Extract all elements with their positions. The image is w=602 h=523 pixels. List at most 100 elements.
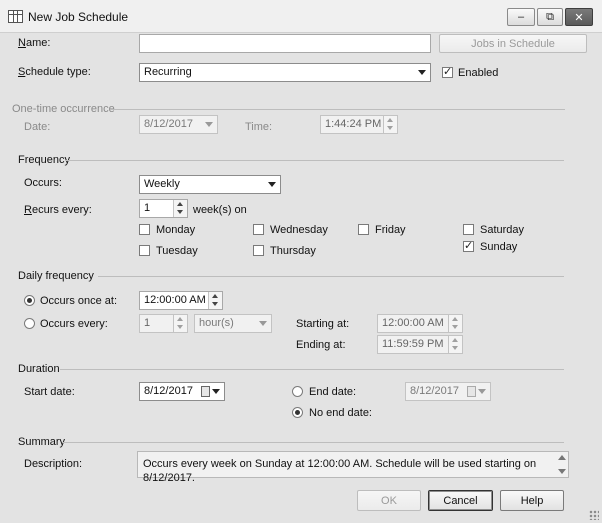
help-button[interactable]: Help (500, 490, 564, 511)
thursday-checkbox[interactable] (253, 245, 264, 256)
close-button[interactable]: ✕ (565, 8, 593, 26)
jobs-in-schedule-button[interactable]: Jobs in Schedule (439, 34, 587, 53)
monday-label: Monday (156, 224, 196, 236)
minimize-icon: – (517, 11, 525, 23)
occurs-once-time-value: 12:00:00 AM (144, 294, 206, 306)
wednesday-label: Wednesday (270, 224, 328, 236)
resize-grip-icon[interactable] (589, 510, 599, 520)
chevron-down-icon (212, 389, 220, 394)
occurs-label: Occurs: (24, 177, 62, 189)
occurs-value: Weekly (144, 178, 180, 190)
chevron-down-icon (205, 122, 213, 127)
calendar-icon (467, 386, 476, 397)
starting-at-value: 12:00:00 AM (382, 317, 444, 329)
enabled-checkbox[interactable] (442, 65, 453, 78)
monday-checkbox[interactable] (139, 224, 150, 235)
onetime-date-value: 8/12/2017 (144, 118, 193, 130)
frequency-section-title: Frequency (18, 154, 70, 166)
occurs-once-time-spinner[interactable]: 12:00:00 AM (139, 291, 223, 310)
description-text: Occurs every week on Sunday at 12:00:00 … (143, 458, 537, 484)
saturday-label: Saturday (480, 224, 525, 236)
saturday-checkbox[interactable] (463, 224, 474, 235)
friday-checkbox[interactable] (358, 224, 369, 235)
start-date-picker[interactable]: 8/12/2017 (139, 382, 225, 401)
recurs-unit-label: week(s) on (193, 204, 247, 216)
scroll-up-icon (558, 455, 566, 460)
schedule-app-icon (8, 10, 23, 23)
no-end-date-radio[interactable] (292, 407, 303, 418)
occurs-every-unit-select[interactable]: hour(s) (194, 314, 272, 333)
friday-label: Friday (375, 224, 406, 236)
occurs-once-label: Occurs once at: (40, 295, 118, 307)
ok-button[interactable]: OK (357, 490, 421, 511)
thursday-label: Thursday (270, 245, 316, 257)
wednesday-checkbox[interactable] (253, 224, 264, 235)
chevron-down-icon (478, 389, 486, 394)
onetime-time-spinner[interactable]: 1:44:24 PM (320, 115, 398, 134)
chevron-down-icon (259, 321, 267, 326)
occurs-every-spinner[interactable]: 1 (139, 314, 188, 333)
name-input[interactable] (139, 34, 431, 53)
spinner-arrows-icon (448, 315, 462, 332)
schedule-type-select[interactable]: Recurring (139, 63, 431, 82)
window-title: New Job Schedule (28, 10, 129, 24)
restore-icon: ⧉ (546, 10, 554, 23)
tuesday-checkbox[interactable] (139, 245, 150, 256)
sunday-checkbox[interactable] (463, 239, 474, 252)
spinner-arrows-icon (383, 116, 397, 133)
end-date-value: 8/12/2017 (410, 385, 459, 397)
end-date-radio[interactable] (292, 386, 303, 397)
description-textbox[interactable]: Occurs every week on Sunday at 12:00:00 … (137, 451, 569, 484)
spinner-arrows-icon (173, 200, 187, 217)
chevron-down-icon (268, 182, 276, 187)
ending-at-value: 11:59:59 PM (382, 338, 444, 350)
occurs-every-unit-value: hour(s) (199, 317, 234, 329)
ending-at-label: Ending at: (296, 339, 346, 351)
cancel-button[interactable]: Cancel (428, 490, 493, 511)
recurs-every-label: Recurs every: (24, 204, 92, 216)
onetime-date-picker[interactable]: 8/12/2017 (139, 115, 218, 134)
spinner-arrows-icon (173, 315, 187, 332)
daily-frequency-section-title: Daily frequency (18, 270, 94, 282)
end-date-label: End date: (309, 386, 357, 398)
schedule-type-label: Schedule type: (18, 66, 91, 78)
close-icon: ✕ (574, 11, 584, 24)
occurs-once-radio[interactable] (24, 295, 35, 306)
minimize-button[interactable]: – (507, 8, 535, 26)
recurs-every-spinner[interactable]: 1 (139, 199, 188, 218)
occurs-select[interactable]: Weekly (139, 175, 281, 194)
duration-section-title: Duration (18, 363, 60, 375)
onetime-date-label: Date: (24, 121, 51, 133)
starting-at-spinner[interactable]: 12:00:00 AM (377, 314, 463, 333)
occurs-every-label: Occurs every: (40, 318, 108, 330)
restore-button[interactable]: ⧉ (537, 8, 563, 26)
enabled-label: Enabled (458, 67, 499, 79)
start-date-label: Start date: (24, 386, 75, 398)
duration-divider (60, 369, 564, 370)
end-date-picker[interactable]: 8/12/2017 (405, 382, 491, 401)
starting-at-label: Starting at: (296, 318, 350, 330)
summary-section-title: Summary (18, 436, 66, 448)
sunday-label: Sunday (480, 241, 518, 253)
spinner-arrows-icon (448, 336, 462, 353)
calendar-icon (201, 386, 210, 397)
scroll-down-icon (558, 469, 566, 474)
schedule-type-value: Recurring (144, 66, 192, 78)
summary-divider (62, 442, 564, 443)
ending-at-spinner[interactable]: 11:59:59 PM (377, 335, 463, 354)
onetime-section-title: One-time occurrence (12, 103, 115, 115)
description-scrollbar[interactable] (556, 452, 568, 477)
recurs-every-value: 1 (144, 202, 151, 214)
description-label: Description: (24, 458, 83, 470)
no-end-date-label: No end date: (309, 407, 372, 419)
frequency-divider (66, 160, 564, 161)
chevron-down-icon (418, 70, 426, 75)
occurs-every-radio[interactable] (24, 318, 35, 329)
start-date-value: 8/12/2017 (144, 385, 193, 397)
onetime-time-label: Time: (245, 121, 273, 133)
onetime-time-value: 1:44:24 PM (325, 118, 382, 130)
tuesday-label: Tuesday (156, 245, 198, 257)
spinner-arrows-icon (208, 292, 222, 309)
daily-frequency-divider (98, 276, 564, 277)
occurs-every-value: 1 (144, 317, 151, 329)
